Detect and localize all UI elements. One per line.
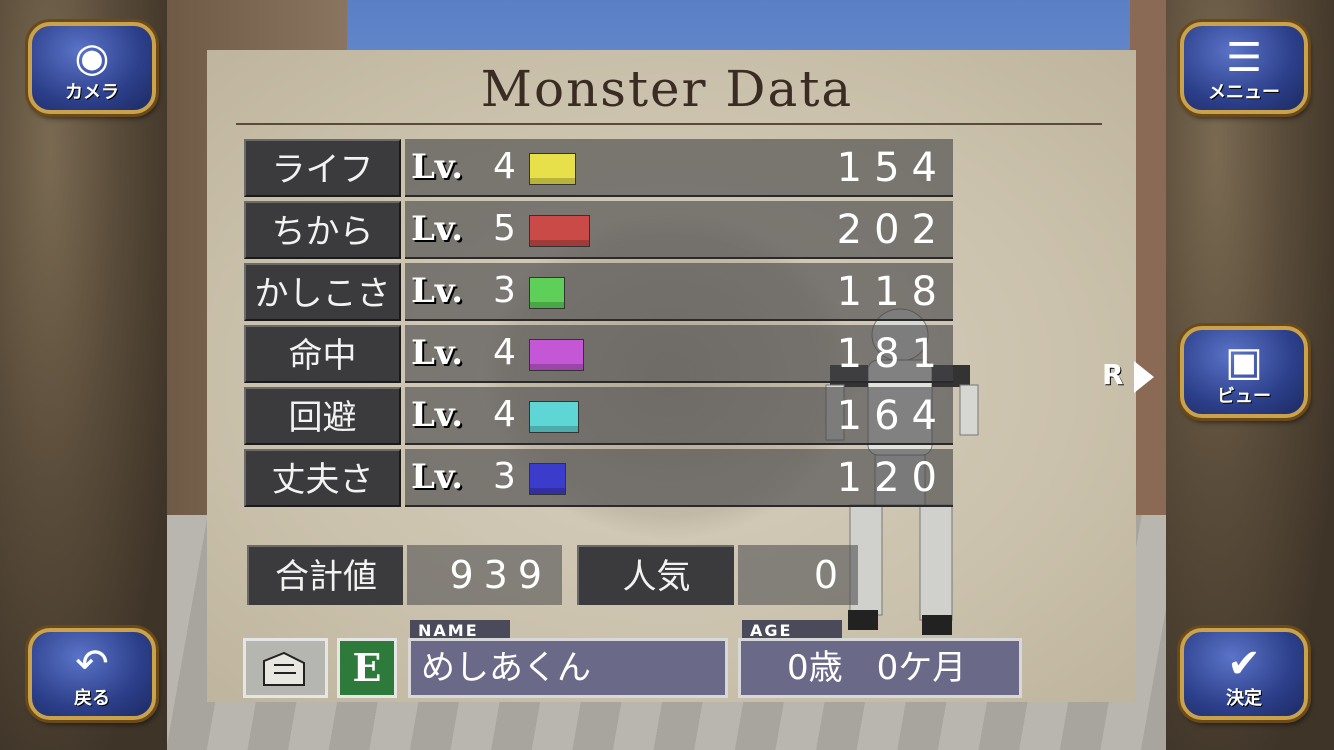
level-number: 3 [493, 456, 516, 497]
stat-row: Lv. 4 154 [405, 139, 953, 197]
video-camera-icon: ▣ [1225, 339, 1263, 385]
monster-age-field: 0歳 0ケ月 [738, 638, 1022, 698]
level-number: 4 [493, 332, 516, 373]
stat-row: Lv. 3 118 [405, 263, 953, 321]
stat-row: Lv. 3 120 [405, 449, 953, 507]
checkmark-icon: ✔ [1227, 641, 1261, 687]
right-arrow-icon[interactable] [1134, 361, 1154, 393]
level-prefix: Lv. [411, 395, 464, 435]
return-arrow-icon: ↶ [75, 641, 109, 687]
level-number: 4 [493, 146, 516, 187]
stat-label: ちから [244, 201, 401, 259]
level-prefix: Lv. [411, 333, 464, 373]
back-button[interactable]: ↶ 戻る [28, 628, 156, 720]
camera-button[interactable]: ◉ カメラ [28, 22, 156, 114]
stat-label: ライフ [244, 139, 401, 197]
stat-bar [529, 463, 566, 495]
title-divider [236, 123, 1102, 125]
camera-button-label: カメラ [65, 82, 119, 103]
level-prefix: Lv. [411, 147, 464, 187]
stat-value: 118 [836, 269, 949, 315]
monster-silhouette-icon [246, 641, 325, 695]
stat-label: 回避 [244, 387, 401, 445]
camera-icon: ◉ [74, 35, 110, 81]
document-icon: ☰ [1226, 35, 1262, 81]
level-number: 3 [493, 270, 516, 311]
stat-bar [529, 401, 579, 433]
stat-label: 丈夫さ [244, 449, 401, 507]
stat-value: 154 [836, 145, 949, 191]
popularity-value: 0 [738, 545, 858, 605]
confirm-button-label: 決定 [1226, 688, 1262, 709]
monster-name-field[interactable]: めしあくん [408, 638, 728, 698]
r-indicator-label: R [1102, 358, 1124, 391]
stat-row: Lv. 5 202 [405, 201, 953, 259]
stat-bar [529, 215, 590, 247]
stat-bar [529, 339, 584, 371]
level-number: 5 [493, 208, 516, 249]
stat-label: 命中 [244, 325, 401, 383]
menu-button-label: メニュー [1208, 82, 1280, 103]
total-value: 939 [407, 545, 562, 605]
back-button-label: 戻る [74, 688, 110, 709]
menu-button[interactable]: ☰ メニュー [1180, 22, 1308, 114]
view-button-label: ビュー [1217, 386, 1271, 407]
level-prefix: Lv. [411, 271, 464, 311]
stat-value: 164 [836, 393, 949, 439]
confirm-button[interactable]: ✔ 決定 [1180, 628, 1308, 720]
level-prefix: Lv. [411, 209, 464, 249]
stat-row: Lv. 4 181 [405, 325, 953, 383]
breed-icon-button[interactable] [243, 638, 328, 698]
level-number: 4 [493, 394, 516, 435]
stat-label: かしこさ [244, 263, 401, 321]
stat-bar [529, 153, 576, 185]
stat-row: Lv. 4 164 [405, 387, 953, 445]
total-label: 合計値 [247, 545, 403, 605]
popularity-label: 人気 [577, 545, 734, 605]
stat-value: 120 [836, 455, 949, 501]
page-title: Monster Data [480, 60, 854, 118]
view-button[interactable]: ▣ ビュー [1180, 326, 1308, 418]
level-prefix: Lv. [411, 457, 464, 497]
stat-value: 202 [836, 207, 949, 253]
stat-bar [529, 277, 565, 309]
equip-button[interactable]: E [337, 638, 397, 698]
stat-value: 181 [836, 331, 949, 377]
